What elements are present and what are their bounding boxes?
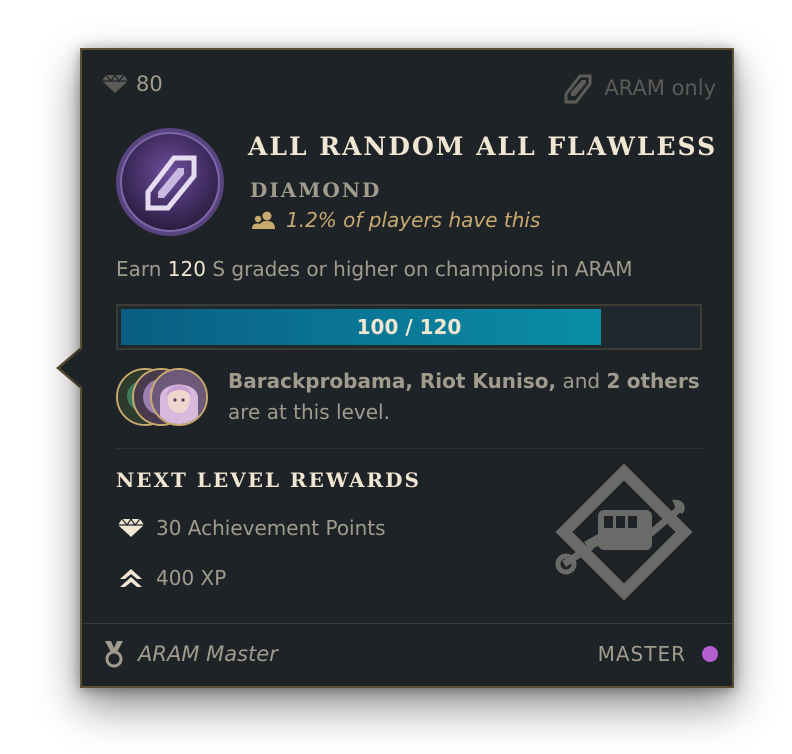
- rank-indicator: MASTER: [598, 642, 718, 666]
- progress-track: 100 / 120: [121, 309, 697, 345]
- description-prefix: Earn: [116, 257, 168, 281]
- reward-item-xp: 400 XP: [118, 566, 226, 590]
- progress-label: 100 / 120: [356, 315, 462, 339]
- achievement-description: Earn 120 S grades or higher on champions…: [116, 257, 633, 281]
- title-reward: ARAM Master: [102, 640, 278, 668]
- tooltip-pointer: [60, 349, 82, 387]
- friend-avatar-3[interactable]: [150, 368, 208, 426]
- progress-bar: 100 / 120: [116, 304, 702, 350]
- points-badge: 80: [102, 72, 163, 96]
- xp-chevron-icon: [120, 569, 142, 587]
- title-reward-label: ARAM Master: [138, 642, 278, 666]
- friends-suffix: are at this level.: [228, 400, 390, 424]
- section-divider: [116, 448, 702, 449]
- friends-others-count: 2: [606, 369, 621, 393]
- rank-color-dot: [702, 646, 718, 662]
- medal-icon: [105, 641, 123, 668]
- friends-and: and: [556, 369, 607, 393]
- gem-icon: [118, 518, 144, 537]
- achievement-emblem-icon: [116, 128, 224, 236]
- achievement-tier: DIAMOND: [250, 178, 382, 202]
- rarity-text: 1.2% of players have this: [286, 208, 541, 232]
- gem-icon: [102, 74, 128, 93]
- friend-names: Barackprobama, Riot Kuniso,: [228, 369, 557, 393]
- points-value: 80: [136, 72, 163, 96]
- tooltip-stage: 80 ARAM only ALL RANDOM ALL FLAWLESS DIA…: [0, 0, 792, 754]
- friends-at-level-text: Barackprobama, Riot Kuniso, and 2 others…: [228, 366, 708, 428]
- tooltip-footer: ARAM Master MASTER: [82, 623, 732, 686]
- game-mode-label: ARAM only: [604, 76, 716, 100]
- next-level-rewards-title: NEXT LEVEL REWARDS: [116, 468, 421, 492]
- players-icon: [252, 211, 275, 229]
- aram-bridge-icon: [564, 74, 592, 104]
- avatar-image-3: [152, 370, 206, 424]
- achievement-tooltip: 80 ARAM only ALL RANDOM ALL FLAWLESS DIA…: [80, 48, 734, 688]
- rarity-line: 1.2% of players have this: [252, 208, 540, 232]
- reward-label: 30 Achievement Points: [156, 516, 386, 540]
- friend-avatars: [116, 368, 216, 430]
- rank-label: MASTER: [597, 642, 686, 666]
- description-count: 120: [167, 257, 206, 281]
- achievement-title: ALL RANDOM ALL FLAWLESS: [248, 132, 718, 161]
- reward-label: 400 XP: [156, 566, 227, 590]
- game-mode-tag: ARAM only: [560, 72, 716, 104]
- reward-item-points: 30 Achievement Points: [118, 516, 386, 540]
- description-suffix: S grades or higher on champions in ARAM: [205, 257, 633, 281]
- next-reward-emblem-icon: [555, 464, 693, 601]
- friends-others-word: others: [626, 369, 700, 393]
